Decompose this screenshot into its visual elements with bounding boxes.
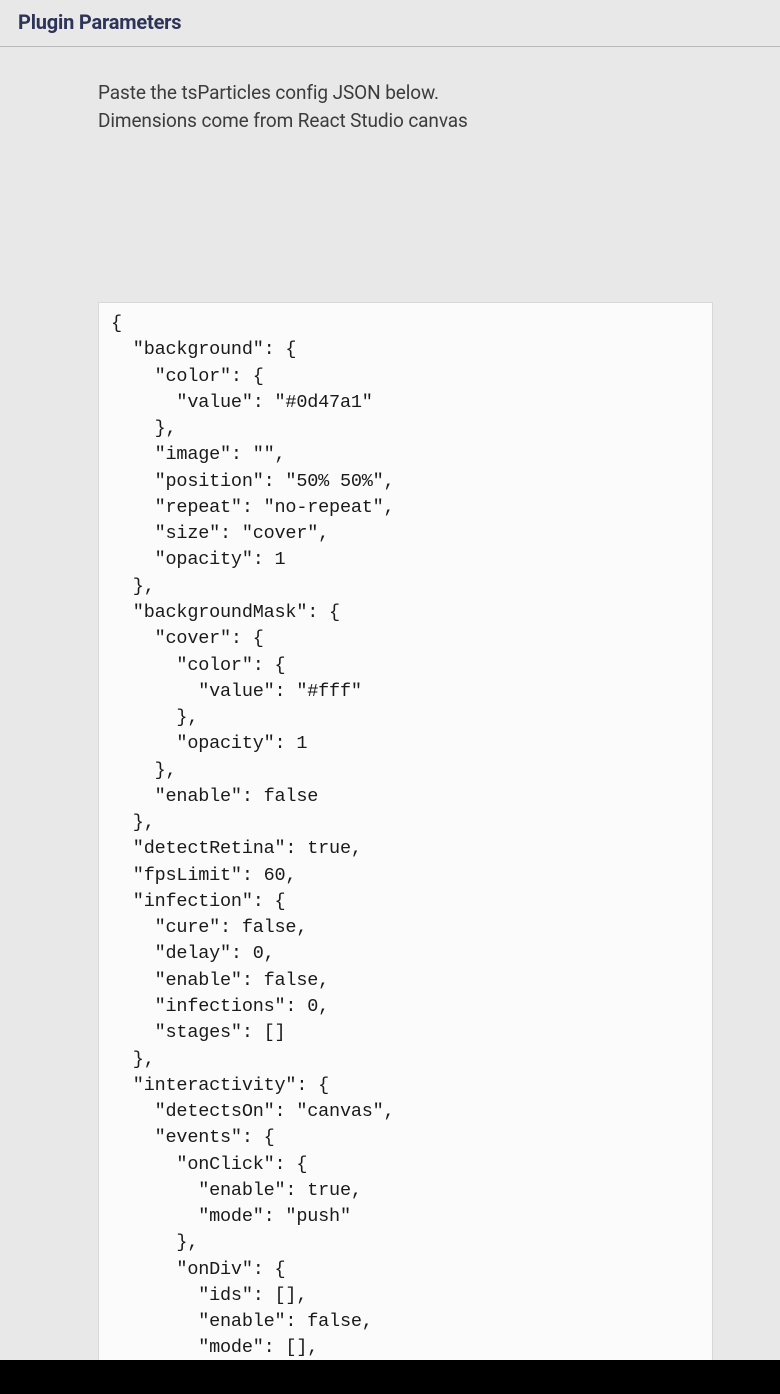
content-area: Paste the tsParticles config JSON below.…: [0, 47, 780, 1389]
panel-header: Plugin Parameters: [0, 0, 780, 47]
instruction-text: Paste the tsParticles config JSON below.…: [98, 79, 780, 134]
config-json-textarea[interactable]: { "background": { "color": { "value": "#…: [98, 302, 713, 1389]
bottom-bar: [0, 1360, 780, 1394]
panel-title: Plugin Parameters: [18, 10, 762, 34]
config-json-content[interactable]: { "background": { "color": { "value": "#…: [99, 303, 712, 1388]
instruction-line-1: Paste the tsParticles config JSON below.: [98, 81, 439, 104]
instruction-line-2: Dimensions come from React Studio canvas: [98, 109, 468, 132]
